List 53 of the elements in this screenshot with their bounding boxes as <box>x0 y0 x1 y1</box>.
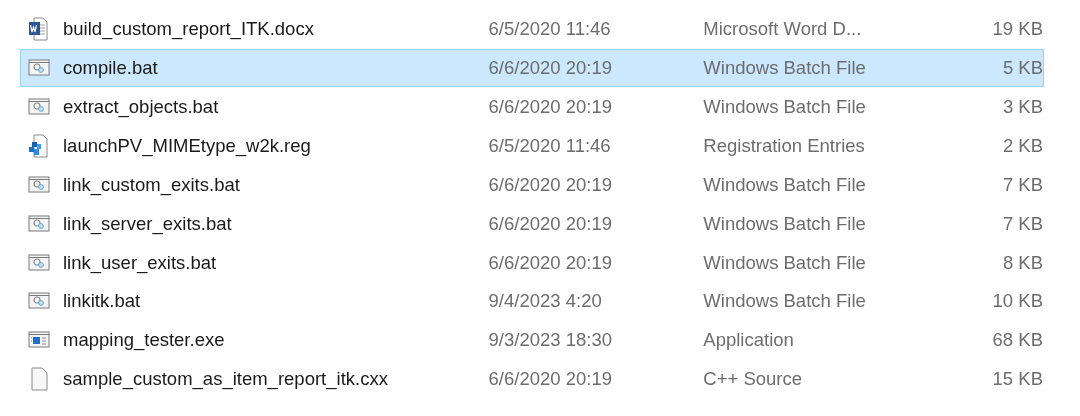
file-row[interactable]: compile.bat 6/6/2020 20:19 Windows Batch File 5 KB <box>20 48 1044 88</box>
date-modified: 9/3/2023 18:30 <box>488 329 613 352</box>
file-row[interactable]: link_user_exits.bat 6/6/2020 20:19 Windows Batch File 8 KB <box>20 243 1044 282</box>
file-row[interactable]: mapping_tester.exe 9/3/2023 18:30 Application 68 KB <box>20 321 1044 360</box>
file-name: compile.bat <box>63 57 159 80</box>
cubes-document-icon <box>28 133 50 158</box>
date-modified: 6/6/2020 20:19 <box>488 96 613 119</box>
file-row[interactable]: sample_custom_as_item_report_itk.cxx 6/6/2020 20:19 C++ Source 15 KB <box>20 360 1044 399</box>
file-type: Microsoft Word D... <box>703 18 863 41</box>
file-type: C++ Source <box>703 368 804 391</box>
file-row[interactable]: extract_objects.bat 6/6/2020 20:19 Windows Batch File 3 KB <box>20 87 1044 127</box>
file-name: link_user_exits.bat <box>63 251 218 274</box>
file-row[interactable]: linkitk.bat 9/4/2023 4:20 Windows Batch File 10 KB <box>20 282 1044 321</box>
file-name: linkitk.bat <box>63 290 142 313</box>
file-size: 3 KB <box>1001 96 1043 119</box>
blank-file-icon <box>28 367 50 392</box>
file-size: 68 KB <box>991 329 1043 352</box>
file-type: Windows Batch File <box>703 96 867 119</box>
file-size: 19 KB <box>991 18 1043 41</box>
file-size: 7 KB <box>1001 173 1043 196</box>
document-icon <box>28 17 50 42</box>
file-name: link_server_exits.bat <box>63 212 233 235</box>
file-size: 10 KB <box>991 290 1043 313</box>
file-name: extract_objects.bat <box>63 96 220 119</box>
file-size: 8 KB <box>1001 251 1043 274</box>
date-modified: 6/6/2020 20:19 <box>488 251 613 274</box>
file-size: 5 KB <box>1001 57 1043 80</box>
date-modified: 6/6/2020 20:19 <box>488 57 613 80</box>
file-type: Windows Batch File <box>703 290 867 313</box>
file-row[interactable]: link_server_exits.bat 6/6/2020 20:19 Windows Batch File 7 KB <box>20 204 1044 243</box>
file-row[interactable]: link_custom_exits.bat 6/6/2020 20:19 Windows Batch File 7 KB <box>20 165 1044 205</box>
file-size: 2 KB <box>1001 134 1043 157</box>
file-type: Windows Batch File <box>703 173 867 196</box>
date-modified: 9/4/2023 4:20 <box>488 290 603 313</box>
file-name: sample_custom_as_item_report_itk.cxx <box>63 368 389 391</box>
file-name: mapping_tester.exe <box>63 329 226 352</box>
file-name: launchPV_MIMEtype_w2k.reg <box>63 134 312 157</box>
file-type: Registration Entries <box>703 134 866 157</box>
date-modified: 6/6/2020 20:19 <box>488 173 613 196</box>
file-type: Windows Batch File <box>703 212 867 235</box>
file-size: 15 KB <box>991 368 1043 391</box>
file-name: link_custom_exits.bat <box>63 173 241 196</box>
file-row[interactable]: build_custom_report_ITK.docx 6/5/2020 11:46 Microsoft Word D... 19 KB <box>20 10 1044 49</box>
file-row[interactable]: launchPV_MIMEtype_w2k.reg 6/5/2020 11:46 Registration Entries 2 KB <box>20 126 1044 166</box>
date-modified: 6/5/2020 11:46 <box>488 18 612 41</box>
file-type: Windows Batch File <box>703 251 867 274</box>
file-size: 7 KB <box>1001 212 1043 235</box>
file-type: Windows Batch File <box>703 57 867 80</box>
date-modified: 6/5/2020 11:46 <box>488 134 612 157</box>
date-modified: 6/6/2020 20:19 <box>488 212 613 235</box>
file-name: build_custom_report_ITK.docx <box>63 18 315 41</box>
date-modified: 6/6/2020 20:19 <box>488 368 613 391</box>
file-type: Application <box>703 329 795 352</box>
